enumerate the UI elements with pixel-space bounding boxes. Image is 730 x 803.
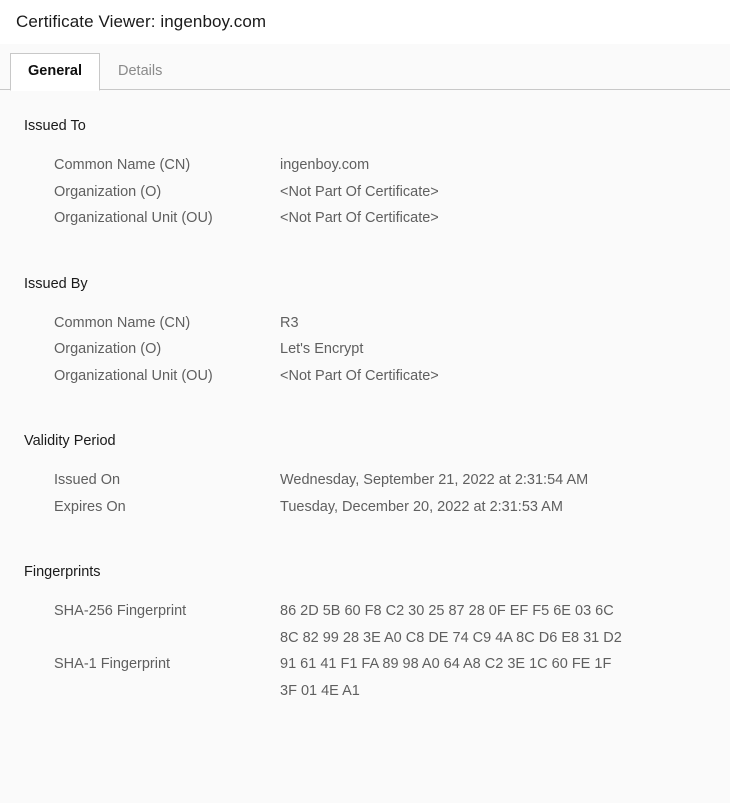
section-fingerprints: Fingerprints SHA-256 Fingerprint 86 2D 5… — [0, 564, 730, 704]
field-row: Organization (O) <Not Part Of Certificat… — [54, 179, 730, 206]
field-label: Common Name (CN) — [54, 157, 191, 173]
section-title-validity-period: Validity Period — [24, 433, 116, 449]
field-label: Organizational Unit (OU) — [54, 367, 213, 384]
field-row: Common Name (CN) ingenboy.com — [54, 152, 730, 179]
section-issued-by: Issued By Common Name (CN) R3 Organizati… — [0, 276, 730, 390]
section-rows-issued-by: Common Name (CN) R3 Organization (O) Let… — [0, 310, 730, 390]
section-rows-validity-period: Issued On Wednesday, September 21, 2022 … — [0, 467, 730, 520]
field-label: SHA-1 Fingerprint — [54, 656, 171, 672]
tab-general-label: General — [28, 63, 82, 79]
section-title-issued-to: Issued To — [24, 118, 86, 134]
tab-general[interactable]: General — [10, 53, 100, 91]
certificate-general-panel: Issued To Common Name (CN) ingenboy.com … — [0, 90, 730, 803]
field-value: <Not Part Of Certificate> — [280, 367, 439, 384]
tab-details-label: Details — [118, 63, 163, 79]
tab-details[interactable]: Details — [100, 53, 180, 90]
tab-strip: General Details — [0, 44, 730, 91]
field-row: Organization (O) Let's Encrypt — [54, 336, 730, 363]
field-value: Wednesday, September 21, 2022 at 2:31:54… — [280, 472, 589, 488]
section-issued-to: Issued To Common Name (CN) ingenboy.com … — [0, 118, 730, 232]
field-row: Expires On Tuesday, December 20, 2022 at… — [54, 494, 730, 521]
section-title-issued-by: Issued By — [24, 275, 88, 292]
section-rows-issued-to: Common Name (CN) ingenboy.com Organizati… — [0, 152, 730, 232]
field-value: 91 61 41 F1 FA 89 98 A0 64 A8 C2 3E 1C 6… — [280, 656, 612, 699]
field-row: SHA-256 Fingerprint 86 2D 5B 60 F8 C2 30… — [54, 598, 730, 651]
field-label: Issued On — [54, 472, 121, 488]
field-label: Expires On — [54, 498, 126, 515]
field-value: Let's Encrypt — [280, 341, 364, 357]
section-title-fingerprints: Fingerprints — [24, 564, 101, 580]
field-label: Common Name (CN) — [54, 314, 191, 331]
section-rows-fingerprints: SHA-256 Fingerprint 86 2D 5B 60 F8 C2 30… — [0, 598, 730, 704]
field-row: Common Name (CN) R3 — [54, 310, 730, 337]
field-label: Organization (O) — [54, 183, 162, 200]
field-value: ingenboy.com — [280, 157, 370, 173]
field-value: <Not Part Of Certificate> — [280, 183, 439, 200]
field-row: Organizational Unit (OU) <Not Part Of Ce… — [54, 205, 730, 232]
title-bar: Certificate Viewer: ingenboy.com — [0, 0, 730, 44]
page-title: Certificate Viewer: ingenboy.com — [16, 12, 267, 31]
section-validity-period: Validity Period Issued On Wednesday, Sep… — [0, 433, 730, 520]
field-row: Issued On Wednesday, September 21, 2022 … — [54, 467, 730, 494]
field-row: Organizational Unit (OU) <Not Part Of Ce… — [54, 363, 730, 390]
field-value: Tuesday, December 20, 2022 at 2:31:53 AM — [280, 498, 563, 515]
field-label: SHA-256 Fingerprint — [54, 603, 187, 619]
field-label: Organizational Unit (OU) — [54, 210, 213, 226]
field-value: 86 2D 5B 60 F8 C2 30 25 87 28 0F EF F5 6… — [280, 603, 622, 646]
field-label: Organization (O) — [54, 341, 162, 357]
field-value: R3 — [280, 314, 299, 331]
field-value: <Not Part Of Certificate> — [280, 210, 439, 226]
field-row: SHA-1 Fingerprint 91 61 41 F1 FA 89 98 A… — [54, 651, 730, 704]
